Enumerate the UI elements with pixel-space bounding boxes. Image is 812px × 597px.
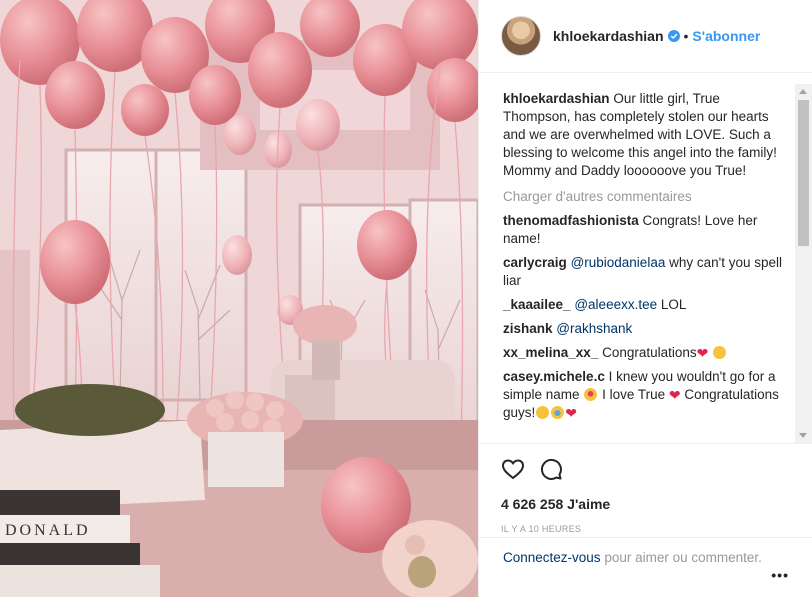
post-side-panel: khloekardashian • S'abonner khloekardash…: [478, 0, 812, 597]
comment-item: thenomadfashionista Congrats! Love her n…: [503, 212, 789, 248]
comment-item: carlycraig @rubiodanielaa why can't you …: [503, 254, 789, 290]
comment-item: xx_melina_xx_ Congratulations❤: [503, 344, 789, 362]
comment-text: Congratulations: [602, 345, 697, 360]
kissing-face-emoji-icon: [713, 346, 727, 359]
load-more-comments-button[interactable]: Charger d'autres commentaires: [503, 188, 789, 206]
post-actions: 4 626 258 J'aime IL Y A 10 HEURES: [479, 443, 812, 534]
crying-face-emoji-icon: [551, 406, 565, 419]
red-heart-emoji-icon: ❤: [668, 387, 681, 403]
login-prompt-text: pour aimer ou commenter.: [604, 550, 762, 565]
more-options-button[interactable]: •••: [771, 566, 789, 584]
comments-section[interactable]: khloekardashian Our little girl, True Th…: [479, 84, 812, 443]
comments-scrollbar[interactable]: [795, 84, 812, 443]
header-username[interactable]: khloekardashian: [553, 28, 664, 44]
red-heart-emoji-icon: ❤: [565, 405, 578, 421]
heart-icon[interactable]: [501, 457, 525, 481]
login-prompt: Connectez-vous pour aimer ou commenter. …: [479, 537, 812, 583]
svg-text:DONALD: DONALD: [5, 522, 91, 539]
comment-item: _kaaailee_ @aleeexx.tee LOL: [503, 296, 789, 314]
caption-username[interactable]: khloekardashian: [503, 91, 610, 106]
comment-text: LOL: [660, 297, 687, 312]
instagram-post-view: DONALD khloekardashian • S'abonner khloe…: [0, 0, 812, 597]
red-heart-emoji-icon: ❤: [696, 345, 709, 361]
comment-username[interactable]: carlycraig: [503, 255, 567, 270]
comment-text-2: I love True: [602, 387, 666, 402]
comment-mention[interactable]: @rubiodanielaa: [571, 255, 666, 270]
follow-button[interactable]: S'abonner: [692, 28, 760, 44]
kissing-face-emoji-icon: [536, 406, 550, 419]
scroll-down-arrow-icon[interactable]: [799, 433, 807, 438]
comment-bubble-icon[interactable]: [539, 457, 563, 481]
post-photo[interactable]: DONALD: [0, 0, 478, 597]
balloon-room-illustration: DONALD: [0, 0, 478, 597]
comment-username[interactable]: zishank: [503, 321, 553, 336]
comment-mention[interactable]: @aleeexx.tee: [574, 297, 657, 312]
comment-item: casey.michele.c I knew you wouldn't go f…: [503, 368, 789, 422]
comment-username[interactable]: casey.michele.c: [503, 369, 605, 384]
comment-username[interactable]: thenomadfashionista: [503, 213, 639, 228]
comment-username[interactable]: _kaaailee_: [503, 297, 571, 312]
avatar[interactable]: [501, 16, 541, 56]
comment-mention[interactable]: @rakhshank: [556, 321, 632, 336]
comment-item: zishank @rakhshank: [503, 320, 789, 338]
caption: khloekardashian Our little girl, True Th…: [503, 90, 789, 180]
scrollbar-thumb[interactable]: [798, 100, 809, 246]
header-separator: •: [683, 28, 689, 44]
scroll-up-arrow-icon[interactable]: [799, 89, 807, 94]
post-timestamp: IL Y A 10 HEURES: [501, 524, 582, 534]
heart-eyes-emoji-icon: [584, 388, 598, 401]
like-count[interactable]: 4 626 258 J'aime: [501, 496, 791, 512]
comment-username[interactable]: xx_melina_xx_: [503, 345, 598, 360]
post-header: khloekardashian • S'abonner: [479, 0, 812, 73]
verified-badge-icon: [667, 30, 680, 42]
login-link[interactable]: Connectez-vous: [503, 550, 601, 565]
